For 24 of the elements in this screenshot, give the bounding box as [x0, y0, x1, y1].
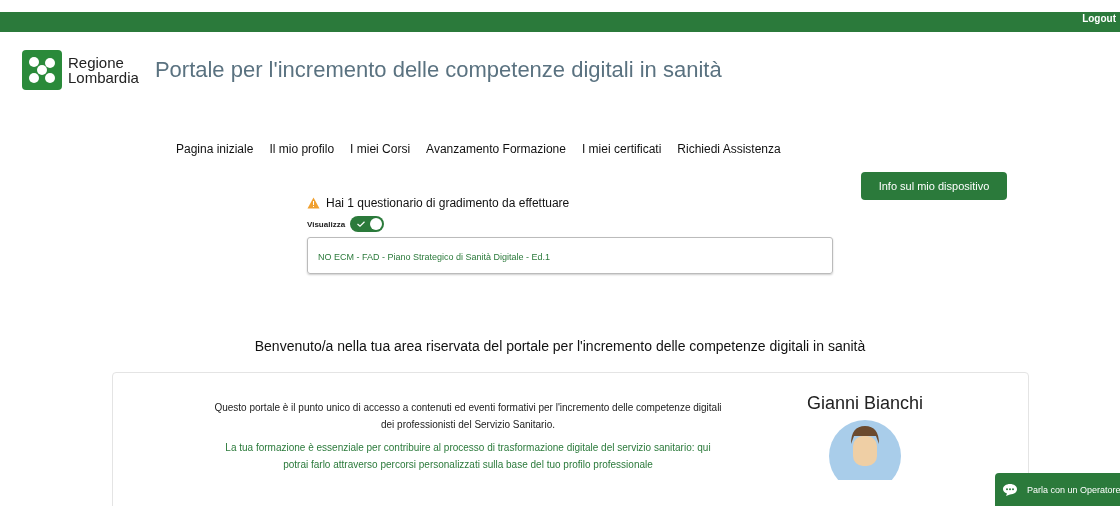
- survey-alert-text: Hai 1 questionario di gradimento da effettuare: [326, 196, 570, 210]
- logo-icon: [22, 50, 62, 90]
- nav-link[interactable]: Richiedi Assistenza: [677, 142, 781, 156]
- nav-link[interactable]: Il mio profilo: [269, 142, 335, 156]
- chat-bubble-icon: [1003, 484, 1017, 496]
- portal-title: Portale per l'incremento delle competenze digitali in sanità: [154, 57, 722, 83]
- highlight-paragraph: La tua formazione è essenziale per contribuire al processo di trasformazione digitale del servizio sanitario: qui potrai farlo attraverso percorsi personalizzati sulla base del tuo profilo professionale: [224, 441, 712, 472]
- intro-paragraph: Questo portale è il punto unico di accesso a contenuti ed eventi formativi per l'incremento delle competenze digitali dei professionisti del Servizio Sanitario.: [213, 401, 723, 432]
- nav-link[interactable]: I miei Corsi: [350, 142, 411, 156]
- logout-link[interactable]: Logout: [1082, 13, 1120, 25]
- nav-link[interactable]: Avanzamento Formazione: [426, 142, 566, 156]
- warning-icon: [307, 197, 320, 209]
- avatar-icon: [829, 420, 902, 480]
- device-info-button[interactable]: Info sul mio dispositivo: [861, 172, 1007, 200]
- nav-link[interactable]: I miei certificati: [581, 142, 662, 156]
- nav-link[interactable]: Pagina iniziale: [176, 142, 254, 156]
- check-icon: [357, 221, 366, 227]
- logo-text: Lombardia: [68, 70, 139, 85]
- welcome-heading: Benvenuto/a nella tua area riservata del portale per l'incremento delle competenze digitali in sanità: [253, 338, 867, 354]
- survey-link[interactable]: NO ECM - FAD - Piano Strategico di Sanità Digitale - Ed.1: [318, 252, 551, 262]
- user-name: Gianni Bianchi: [807, 393, 924, 414]
- chat-button[interactable]: Parla con un Operatore: [995, 473, 1120, 506]
- visualizza-toggle[interactable]: [350, 216, 385, 232]
- toggle-label: Visualizza: [307, 219, 346, 229]
